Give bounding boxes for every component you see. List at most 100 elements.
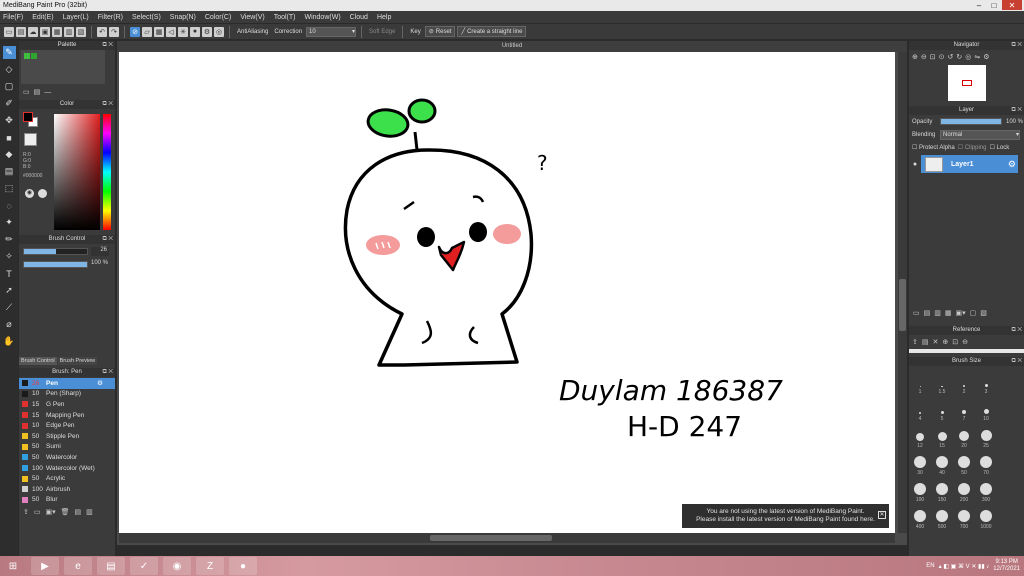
- menu-filter[interactable]: Filter(R): [98, 14, 123, 21]
- lasso-tool-icon[interactable]: ◌: [3, 199, 16, 212]
- brush-item[interactable]: 15 G Pen: [19, 399, 115, 410]
- brush-size-option[interactable]: 1000: [975, 503, 997, 530]
- select-eraser-tool-icon[interactable]: ✧: [3, 250, 16, 263]
- menu-view[interactable]: View(V): [240, 14, 264, 21]
- snap-off-icon[interactable]: ⊘: [130, 26, 140, 37]
- brush-size-option[interactable]: 1.5: [931, 368, 953, 395]
- divide-tool-icon[interactable]: ⟋: [3, 301, 16, 314]
- antialiasing-checkbox[interactable]: AntiAliasing: [237, 29, 268, 35]
- save-icon[interactable]: ▣: [40, 26, 50, 37]
- hand-tool-icon[interactable]: ✋: [3, 335, 16, 348]
- redo-icon[interactable]: ↷: [109, 26, 119, 37]
- chrome-icon[interactable]: ◉: [163, 557, 191, 575]
- brush-copy-icon[interactable]: ▤: [75, 508, 82, 516]
- upload-icon[interactable]: ⇪: [912, 338, 918, 346]
- brush-add-icon[interactable]: ▣▾: [46, 508, 56, 516]
- duplicate-layer-icon[interactable]: ▧: [980, 309, 987, 317]
- reset-button[interactable]: ⊘ Reset: [424, 26, 456, 37]
- brush-size-option[interactable]: 2: [953, 368, 975, 395]
- fit-icon[interactable]: ⊡: [952, 338, 958, 346]
- windows-start-icon[interactable]: ⊞: [0, 557, 26, 575]
- menu-layer[interactable]: Layer(L): [63, 14, 89, 21]
- menu-select[interactable]: Select(S): [132, 14, 161, 21]
- zalo-icon[interactable]: Z: [196, 557, 224, 575]
- eyedropper-tool-icon[interactable]: ⌀: [3, 318, 16, 331]
- zoom-icon[interactable]: ⊙: [939, 53, 945, 61]
- language-indicator[interactable]: EN: [926, 563, 934, 569]
- menu-snap[interactable]: Snap(N): [170, 14, 196, 21]
- halftone-layer-icon[interactable]: ▦: [945, 309, 952, 317]
- rotate-right-icon[interactable]: ↻: [956, 53, 962, 61]
- brush-item[interactable]: 100 Airbrush: [19, 484, 115, 495]
- snap-grid-icon[interactable]: ▦: [154, 26, 164, 37]
- navigator-preview[interactable]: [947, 65, 986, 101]
- tab-brush-preview[interactable]: Brush Preview: [57, 357, 98, 365]
- bucket-tool-icon[interactable]: ◆: [3, 148, 16, 161]
- move-tool-icon[interactable]: ✥: [3, 114, 16, 127]
- medibang-icon[interactable]: ●: [229, 557, 257, 575]
- new-file-icon[interactable]: ▭: [4, 26, 14, 37]
- brush-size-slider[interactable]: [23, 248, 88, 255]
- brush-size-option[interactable]: 40: [931, 449, 953, 476]
- rect-tool-icon[interactable]: ▢: [3, 80, 16, 93]
- palette-file-icon[interactable]: ▤: [34, 88, 41, 96]
- panel-close-icon[interactable]: ⧉ ✕: [1011, 41, 1022, 50]
- pen-tool-icon[interactable]: ✎: [2, 46, 16, 59]
- operation-tool-icon[interactable]: ➚: [3, 284, 16, 297]
- color-picker-icon[interactable]: [38, 189, 47, 198]
- close-icon[interactable]: ✕: [878, 511, 886, 519]
- menu-help[interactable]: Help: [377, 14, 391, 21]
- panel-close-icon[interactable]: ⧉ ✕: [102, 235, 113, 244]
- select-tool-icon[interactable]: ⬚: [3, 182, 16, 195]
- fit-icon[interactable]: ⊡: [930, 53, 936, 61]
- close-button[interactable]: ✕: [1002, 0, 1022, 10]
- layer-opacity-slider[interactable]: [940, 118, 1002, 125]
- drawing-canvas[interactable]: ? Duylam 186387 H-D 247: [119, 52, 895, 533]
- text-tool-icon[interactable]: T: [3, 267, 16, 280]
- snap-circle-icon[interactable]: ●: [190, 26, 200, 37]
- gear-icon[interactable]: ⚙: [1008, 159, 1016, 170]
- eye-icon[interactable]: ●: [909, 161, 921, 168]
- undo-icon[interactable]: ↶: [97, 26, 107, 37]
- brush-delete-icon[interactable]: 🗑: [61, 508, 70, 516]
- update-notice[interactable]: You are not using the latest version of …: [682, 504, 889, 528]
- brush-size-option[interactable]: 70: [975, 449, 997, 476]
- open-file-icon[interactable]: ▤: [16, 26, 26, 37]
- close-icon[interactable]: ✕: [933, 338, 939, 346]
- snap-parallel-icon[interactable]: ▱: [142, 26, 152, 37]
- palette-add-icon[interactable]: ▭: [23, 88, 30, 96]
- lock-checkbox[interactable]: ☐ Lock: [989, 144, 1009, 151]
- file-explorer-icon[interactable]: ▤: [97, 557, 125, 575]
- snap-target-icon[interactable]: ◎: [214, 26, 224, 37]
- correction-select[interactable]: 10 ▾: [306, 26, 357, 37]
- brush-size-option[interactable]: 100: [909, 476, 931, 503]
- zoom-out-icon[interactable]: ⊖: [962, 338, 968, 346]
- zoom-in-icon[interactable]: ⊕: [942, 338, 948, 346]
- brush-size-option[interactable]: 30: [909, 449, 931, 476]
- cloud-icon[interactable]: ☁: [28, 26, 38, 37]
- brush-size-option[interactable]: 300: [975, 476, 997, 503]
- gradient-tool-icon[interactable]: ▤: [3, 165, 16, 178]
- zoom-in-icon[interactable]: ⊕: [912, 53, 918, 61]
- tab-brush-control[interactable]: Brush Control: [19, 357, 57, 365]
- navigator-settings-icon[interactable]: ⚙: [983, 53, 989, 61]
- eraser-tool-icon[interactable]: ◇: [3, 63, 16, 76]
- brush-size-option[interactable]: 500: [931, 503, 953, 530]
- gear-icon[interactable]: ⚙: [97, 379, 103, 387]
- brush-size-option[interactable]: 15: [931, 422, 953, 449]
- panel-close-icon[interactable]: ⧉ ✕: [102, 368, 113, 377]
- palette-swatch[interactable]: [31, 53, 37, 59]
- hue-slider[interactable]: [103, 114, 111, 230]
- new-layer-1bit-icon[interactable]: ▥: [934, 309, 941, 317]
- snap-settings-icon[interactable]: ⚙: [202, 26, 212, 37]
- rotate-left-icon[interactable]: ↺: [948, 53, 954, 61]
- new-layer-icon[interactable]: ▭: [913, 309, 920, 317]
- tray-icons[interactable]: ▴ ◧ ▣ ⌘ V ✕ ▮▮ ♪: [939, 563, 990, 570]
- brush-item[interactable]: 10 Pen (Sharp): [19, 389, 115, 400]
- blending-select[interactable]: Normal ▾: [940, 129, 1020, 140]
- brush-size-option[interactable]: 20: [953, 422, 975, 449]
- brush-item[interactable]: 100 Watercolor (Wet): [19, 463, 115, 474]
- soft-edge-checkbox[interactable]: Soft Edge: [369, 29, 395, 35]
- brush-size-option[interactable]: 12: [909, 422, 931, 449]
- brush-folder-icon[interactable]: ▥: [86, 508, 93, 516]
